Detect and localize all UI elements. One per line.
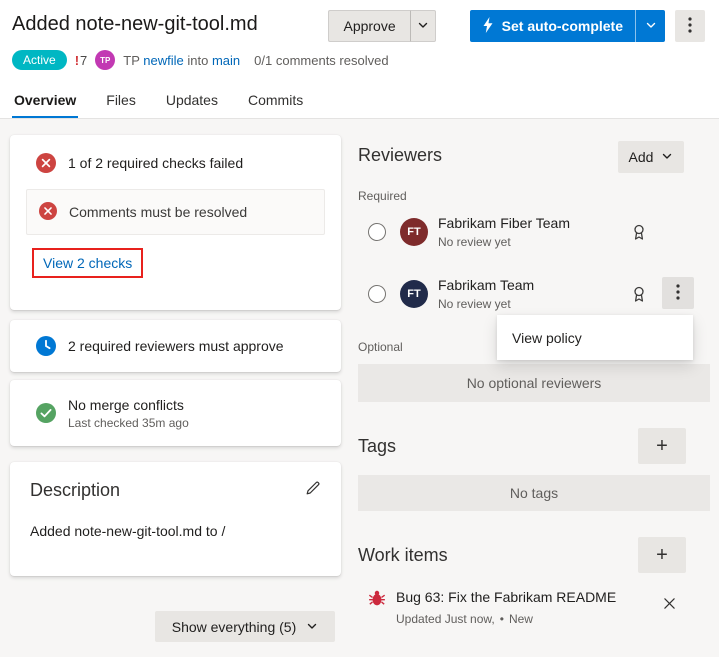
work-item-state: New bbox=[508, 612, 533, 626]
work-item-row: Bug 63: Fix the Fabrikam README Updated … bbox=[358, 587, 710, 633]
pencil-icon bbox=[305, 480, 321, 501]
view-checks-link[interactable]: View 2 checks bbox=[43, 255, 132, 271]
error-circle-icon bbox=[36, 153, 56, 173]
reviewer-vote-radio[interactable] bbox=[368, 285, 386, 303]
pr-meta-row: Active !7 TP TP newfile into main 0/1 co… bbox=[12, 50, 389, 70]
lightning-icon bbox=[482, 16, 494, 36]
waiting-clock-icon bbox=[36, 336, 56, 356]
checks-failed-row: 1 of 2 required checks failed bbox=[26, 153, 325, 173]
vertical-ellipsis-icon bbox=[688, 16, 692, 36]
reviewer-vote-radio[interactable] bbox=[368, 223, 386, 241]
approve-button[interactable]: Approve bbox=[328, 10, 410, 42]
header-actions: Approve Set auto-complete bbox=[328, 10, 705, 42]
annotation-highlight-box: View 2 checks bbox=[32, 248, 144, 278]
required-policy-ribbon-icon bbox=[632, 286, 646, 306]
chevron-down-icon bbox=[645, 18, 657, 34]
required-checks-card: 1 of 2 required checks failed Comments m… bbox=[10, 135, 341, 310]
reviewer-name[interactable]: Fabrikam Fiber Team bbox=[438, 215, 570, 231]
view-policy-menu-item[interactable]: View policy bbox=[512, 330, 582, 346]
more-actions-button[interactable] bbox=[675, 10, 705, 42]
add-tag-button[interactable]: + bbox=[638, 428, 686, 464]
reviewer-row: FT Fabrikam Team No review yet bbox=[358, 273, 710, 317]
pr-alert-indicator: !7 bbox=[75, 53, 88, 68]
comments-resolved-count: 0/1 comments resolved bbox=[254, 52, 389, 68]
tab-commits[interactable]: Commits bbox=[246, 88, 305, 118]
pull-request-page: Added note-new-git-tool.md Approve Set a… bbox=[0, 0, 719, 657]
merge-last-checked: Last checked 35m ago bbox=[68, 415, 189, 430]
pr-sidebar: Reviewers Add Required FT Fabrikam Fiber… bbox=[358, 117, 710, 657]
tags-heading: Tags bbox=[358, 436, 397, 456]
reviewer-name[interactable]: Fabrikam Team bbox=[438, 277, 534, 293]
success-check-icon bbox=[36, 403, 56, 423]
plus-icon: + bbox=[656, 543, 668, 566]
no-tags-bar: No tags bbox=[358, 475, 710, 511]
work-items-heading: Work items bbox=[358, 545, 448, 565]
merge-status-text: No merge conflicts bbox=[68, 396, 184, 413]
remove-work-item-button[interactable] bbox=[663, 597, 676, 613]
failed-check-label: Comments must be resolved bbox=[69, 204, 248, 220]
into-text: into bbox=[187, 52, 209, 68]
checks-failed-summary: 1 of 2 required checks failed bbox=[68, 155, 244, 171]
add-reviewer-label: Add bbox=[628, 149, 654, 165]
alert-count: 7 bbox=[80, 52, 88, 68]
merge-status-card: No merge conflicts Last checked 35m ago bbox=[10, 380, 341, 446]
work-item-updated: Updated Just now, bbox=[396, 612, 495, 626]
required-policy-ribbon-icon bbox=[632, 224, 646, 244]
chevron-down-icon bbox=[306, 619, 318, 635]
work-item-meta: Updated Just now, • New bbox=[396, 612, 533, 626]
add-work-item-button[interactable]: + bbox=[638, 537, 686, 573]
show-everything-label: Show everything (5) bbox=[171, 618, 297, 635]
description-body: Added note-new-git-tool.md to / bbox=[30, 523, 226, 539]
reviewer-avatar: FT bbox=[400, 218, 428, 246]
target-branch-link[interactable]: main bbox=[212, 53, 240, 68]
branch-summary: TP newfile into main bbox=[123, 53, 240, 68]
failed-check-item[interactable]: Comments must be resolved bbox=[26, 189, 325, 235]
reviewer-status: No review yet bbox=[438, 297, 511, 311]
approve-dropdown-button[interactable] bbox=[409, 10, 436, 42]
pr-tabs: Overview Files Updates Commits bbox=[12, 88, 305, 118]
add-reviewer-button[interactable]: Add bbox=[618, 141, 684, 173]
source-branch-link[interactable]: newfile bbox=[143, 53, 183, 68]
show-everything-button[interactable]: Show everything (5) bbox=[155, 611, 335, 642]
error-circle-icon bbox=[39, 201, 57, 223]
pr-title: Added note-new-git-tool.md bbox=[12, 13, 258, 35]
approve-split-button: Approve bbox=[328, 10, 436, 42]
pr-header: Added note-new-git-tool.md Approve Set a… bbox=[0, 0, 719, 119]
reviewers-heading: Reviewers bbox=[358, 145, 443, 165]
alert-exclamation-icon: ! bbox=[74, 52, 80, 68]
author-avatar: TP bbox=[95, 50, 116, 70]
vertical-ellipsis-icon bbox=[676, 283, 680, 303]
tab-updates[interactable]: Updates bbox=[164, 88, 220, 118]
reviewer-status: No review yet bbox=[438, 235, 511, 249]
no-optional-reviewers-bar: No optional reviewers bbox=[358, 364, 710, 402]
chevron-down-icon bbox=[417, 18, 429, 34]
reviewer-avatar: FT bbox=[400, 280, 428, 308]
bug-icon bbox=[368, 589, 386, 610]
description-heading: Description bbox=[30, 480, 121, 500]
state-bullet-icon: • bbox=[499, 612, 504, 626]
set-auto-complete-button[interactable]: Set auto-complete bbox=[469, 10, 635, 42]
set-auto-complete-label: Set auto-complete bbox=[501, 18, 623, 34]
reviewer-row: FT Fabrikam Fiber Team No review yet bbox=[358, 211, 710, 255]
work-item-title-link[interactable]: Bug 63: Fix the Fabrikam README bbox=[396, 589, 616, 605]
description-header: Description bbox=[30, 480, 321, 501]
reviewer-context-menu-button[interactable] bbox=[662, 277, 694, 309]
auto-complete-dropdown-button[interactable] bbox=[635, 10, 665, 42]
edit-description-button[interactable] bbox=[305, 480, 321, 501]
merge-status-block: No merge conflicts Last checked 35m ago bbox=[68, 397, 189, 430]
required-reviewers-text: 2 required reviewers must approve bbox=[68, 338, 284, 354]
required-reviewers-label: Required bbox=[358, 189, 407, 203]
plus-icon: + bbox=[656, 434, 668, 457]
chevron-down-icon bbox=[661, 149, 673, 165]
close-icon bbox=[663, 597, 676, 613]
required-reviewers-check-card: 2 required reviewers must approve bbox=[10, 320, 341, 372]
tab-files[interactable]: Files bbox=[104, 88, 138, 118]
auto-complete-split-button: Set auto-complete bbox=[469, 10, 665, 42]
description-card: Description Added note-new-git-tool.md t… bbox=[10, 462, 341, 576]
optional-reviewers-label: Optional bbox=[358, 340, 403, 354]
author-label: TP bbox=[123, 52, 140, 68]
tab-overview[interactable]: Overview bbox=[12, 88, 79, 118]
status-badge: Active bbox=[12, 50, 67, 70]
reviewer-context-menu: View policy bbox=[497, 315, 693, 360]
